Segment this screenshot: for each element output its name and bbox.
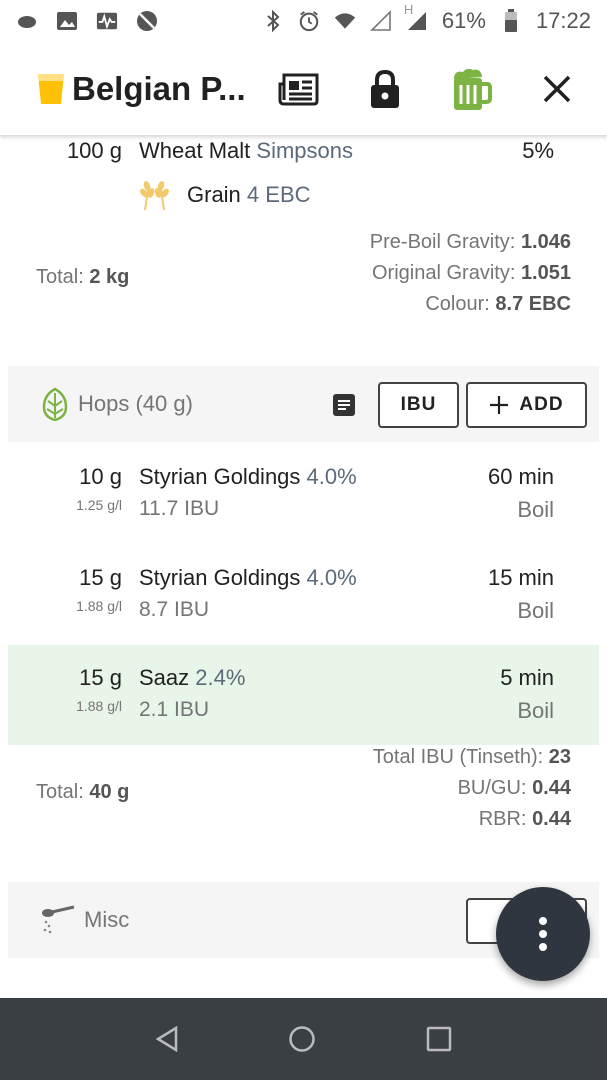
more-vert-icon bbox=[539, 917, 547, 951]
fermentable-name-line: Wheat Malt Simpsons bbox=[139, 138, 353, 164]
fermentable-quantity: 100 g bbox=[66, 138, 122, 163]
more-options-fab[interactable] bbox=[496, 887, 590, 981]
fermentable-item[interactable]: 100 g Wheat Malt Simpsons 5% Grain 4 EBC bbox=[0, 136, 607, 216]
cloud-icon bbox=[16, 10, 38, 32]
hop-item-highlighted[interactable]: 15 g 1.88 g/l Saaz 2.4% 2.1 IBU 5 min Bo… bbox=[8, 645, 599, 745]
fermentable-type: Grain bbox=[187, 182, 241, 207]
plus-icon bbox=[490, 396, 509, 414]
hop-time: 15 min bbox=[487, 565, 554, 590]
lock-icon bbox=[371, 69, 399, 108]
hop-name-line: Styrian Goldings 4.0% bbox=[139, 464, 357, 490]
recipe-content: 100 g Wheat Malt Simpsons 5% Grain 4 EBC bbox=[0, 136, 607, 998]
wheat-icon bbox=[137, 178, 173, 217]
rbr-ratio: RBR: 0.44 bbox=[478, 808, 571, 830]
pre-boil-gravity: Pre-Boil Gravity: 1.046 bbox=[369, 231, 571, 253]
app-toolbar: Belgian P... bbox=[0, 42, 607, 136]
activity-icon bbox=[96, 10, 118, 32]
newspaper-icon bbox=[278, 73, 319, 105]
hop-ibu: 2.1 IBU bbox=[139, 698, 210, 721]
status-bar-left bbox=[16, 10, 158, 32]
hop-use: Boil bbox=[517, 698, 554, 723]
no-sync-icon bbox=[136, 10, 158, 32]
fermentable-name: Wheat Malt bbox=[139, 138, 251, 163]
recipe-title[interactable]: Belgian P... bbox=[72, 70, 246, 108]
colour-stat: Colour: 8.7 EBC bbox=[425, 293, 571, 315]
ibu-button[interactable]: IBU bbox=[378, 382, 459, 428]
battery-icon bbox=[500, 9, 522, 32]
hop-item[interactable]: 15 g 1.88 g/l Styrian Goldings 4.0% 8.7 … bbox=[8, 545, 599, 645]
notes-button[interactable] bbox=[332, 393, 356, 417]
hop-name: Styrian Goldings bbox=[139, 464, 301, 489]
close-button[interactable] bbox=[535, 67, 579, 111]
newspaper-button[interactable] bbox=[277, 67, 321, 111]
nav-recents-button[interactable] bbox=[426, 1026, 452, 1052]
hop-alpha: 4.0% bbox=[306, 464, 357, 489]
nav-back-button[interactable] bbox=[155, 1026, 179, 1052]
network-type-label: H bbox=[403, 2, 414, 17]
fermentables-total-value: 2 kg bbox=[89, 266, 130, 288]
status-bar-right: H 61% 17:22 bbox=[262, 2, 591, 34]
beer-mug-icon bbox=[454, 68, 492, 110]
hops-section-header: Hops (40 g) IBU ADD bbox=[8, 366, 599, 442]
hop-alpha: 2.4% bbox=[195, 665, 246, 690]
bu-gu-ratio: BU/GU: 0.44 bbox=[457, 777, 571, 799]
hop-name: Styrian Goldings bbox=[139, 565, 301, 590]
hop-concentration: 1.25 g/l bbox=[76, 497, 122, 513]
fermentables-total: Total: 2 kg bbox=[36, 266, 130, 288]
signal-empty-icon bbox=[369, 10, 392, 32]
alarm-icon bbox=[298, 10, 320, 32]
hop-quantity: 15 g bbox=[79, 665, 122, 690]
back-triangle-icon bbox=[155, 1026, 178, 1052]
status-bar: H 61% 17:22 bbox=[0, 0, 607, 42]
signal-icon: H bbox=[404, 2, 428, 32]
fermentable-type-line: Grain 4 EBC bbox=[187, 182, 311, 208]
hops-total-value: 40 g bbox=[89, 781, 130, 803]
system-nav-bar bbox=[0, 998, 607, 1080]
hops-header-label: Hops (40 g) bbox=[78, 391, 193, 416]
beer-glass-icon bbox=[36, 72, 66, 106]
home-circle-icon bbox=[289, 1026, 316, 1052]
total-ibu: Total IBU (Tinseth): 23 bbox=[372, 746, 571, 768]
bluetooth-icon bbox=[262, 10, 284, 32]
hop-name-line: Styrian Goldings 4.0% bbox=[139, 565, 357, 591]
wifi-icon bbox=[334, 10, 356, 32]
hop-ibu: 11.7 IBU bbox=[139, 497, 220, 520]
hop-time: 60 min bbox=[487, 464, 554, 489]
fermentable-colour: 4 EBC bbox=[246, 182, 311, 207]
image-icon bbox=[56, 10, 78, 32]
hop-ibu: 8.7 IBU bbox=[139, 598, 210, 621]
hop-use: Boil bbox=[517, 598, 554, 623]
spoon-icon bbox=[40, 905, 76, 935]
hop-item[interactable]: 10 g 1.25 g/l Styrian Goldings 4.0% 11.7… bbox=[8, 444, 599, 544]
hop-alpha: 4.0% bbox=[306, 565, 357, 590]
hops-total: Total: 40 g bbox=[36, 781, 130, 803]
notes-icon bbox=[333, 394, 355, 416]
hop-icon bbox=[40, 387, 70, 421]
hop-quantity: 10 g bbox=[79, 464, 122, 489]
clock: 17:22 bbox=[535, 8, 591, 33]
battery-percent: 61% bbox=[441, 8, 486, 33]
brew-mode-button[interactable] bbox=[449, 67, 493, 111]
nav-home-button[interactable] bbox=[288, 1025, 316, 1053]
toolbar-actions bbox=[277, 67, 579, 111]
hop-concentration: 1.88 g/l bbox=[76, 698, 122, 714]
close-icon bbox=[543, 75, 571, 102]
misc-header-label: Misc bbox=[84, 907, 130, 932]
fermentable-supplier: Simpsons bbox=[256, 138, 353, 163]
fermentable-percent: 5% bbox=[522, 138, 554, 163]
hop-use: Boil bbox=[517, 497, 554, 522]
original-gravity: Original Gravity: 1.051 bbox=[372, 262, 571, 284]
hop-name: Saaz bbox=[139, 665, 190, 690]
recents-square-icon bbox=[426, 1026, 452, 1052]
hop-concentration: 1.88 g/l bbox=[76, 598, 122, 614]
hop-quantity: 15 g bbox=[79, 565, 122, 590]
hop-time: 5 min bbox=[500, 665, 554, 690]
lock-button[interactable] bbox=[363, 67, 407, 111]
add-hop-button[interactable]: ADD bbox=[466, 382, 587, 428]
hop-name-line: Saaz 2.4% bbox=[139, 665, 245, 691]
